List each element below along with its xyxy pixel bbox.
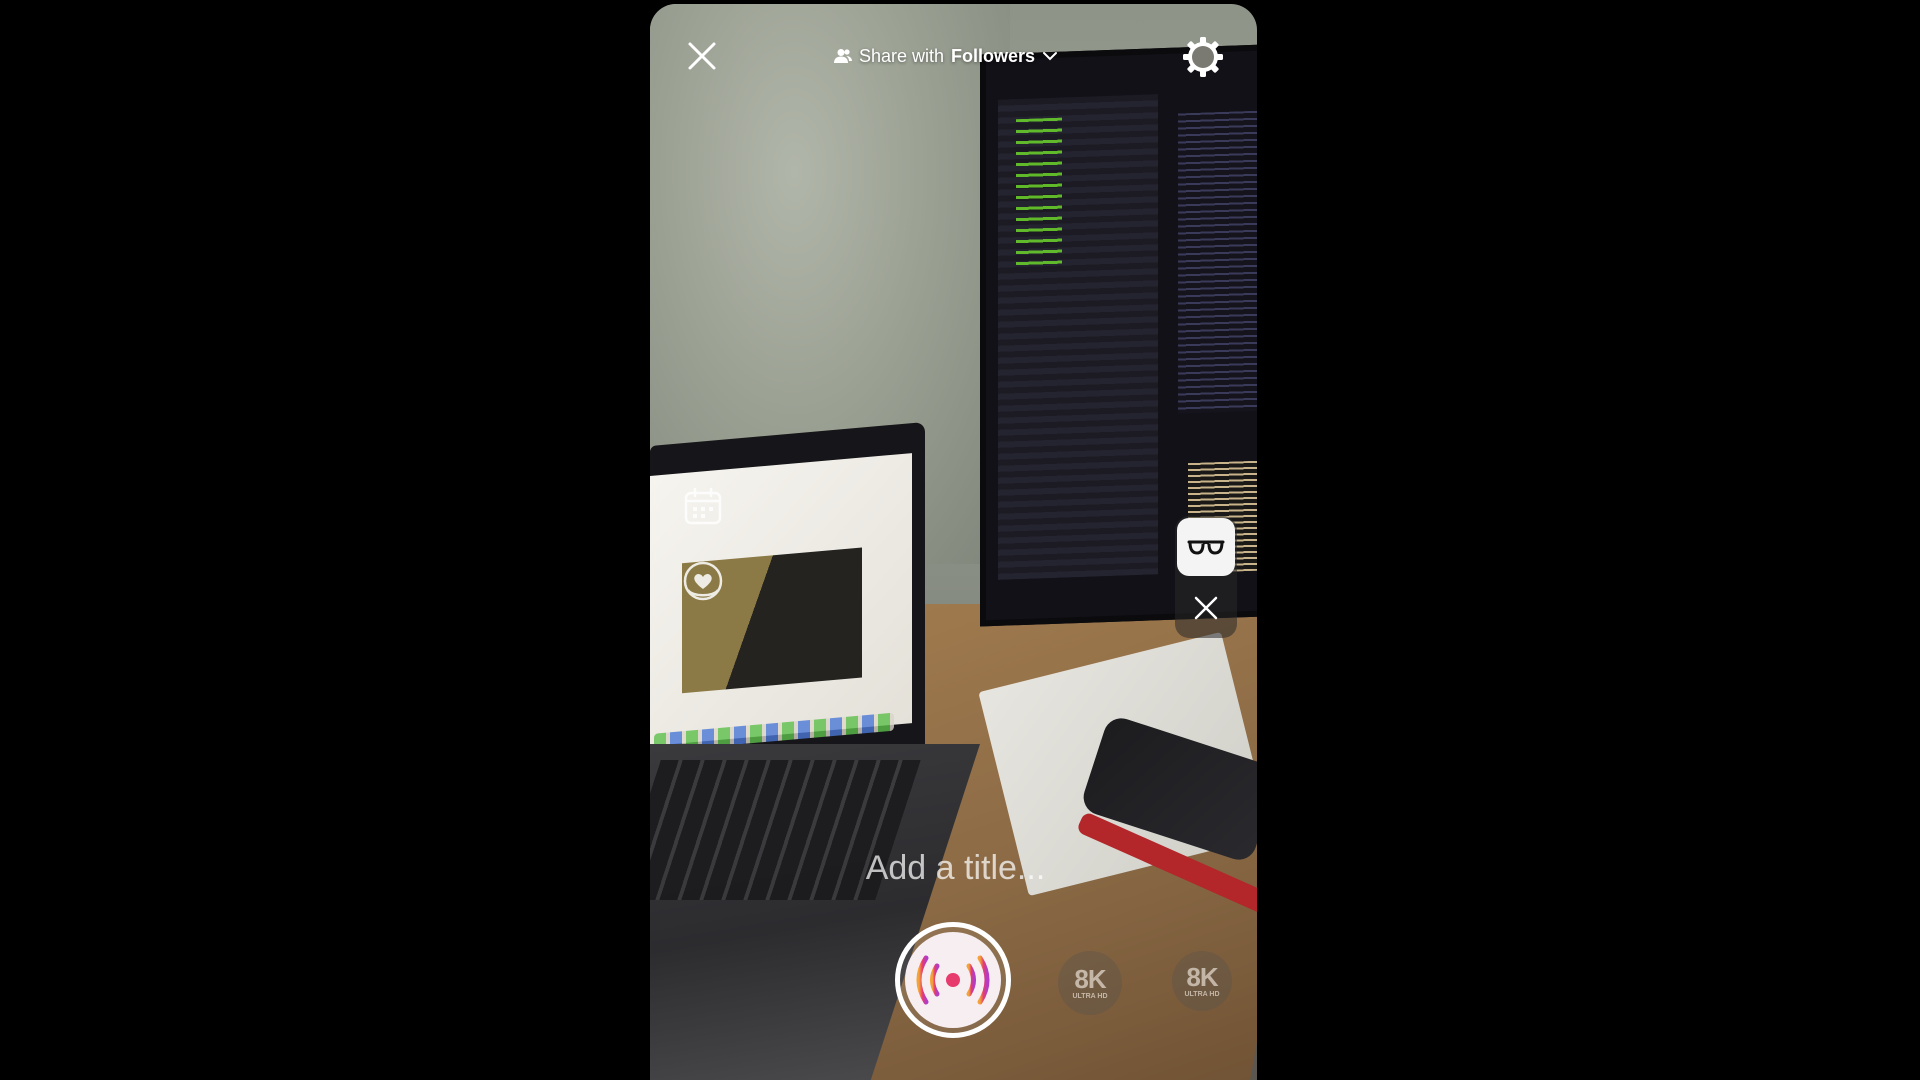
live-title-input[interactable] [730, 842, 1181, 894]
gear-icon [1183, 37, 1223, 77]
share-prefix-label: Share with [859, 45, 945, 66]
share-audience-selector[interactable]: Share with Followers [834, 42, 1058, 70]
close-icon [688, 42, 716, 70]
camera-preview [650, 4, 1257, 1080]
heart-bubble-icon [683, 561, 723, 601]
live-camera-screen: Share with Followers Add a title... 8K U… [650, 4, 1257, 1080]
quality-label: 8K [1074, 963, 1106, 994]
schedule-button[interactable] [680, 484, 726, 530]
glasses-effect-button[interactable] [1177, 518, 1235, 576]
quality-option-8k-secondary[interactable]: 8K ULTRA HD [1172, 951, 1232, 1011]
quality-label: 8K [1186, 961, 1218, 992]
fundraiser-button[interactable] [680, 558, 726, 604]
close-icon [1194, 596, 1218, 620]
chevron-down-icon [1043, 52, 1058, 61]
remove-effect-button[interactable] [1177, 580, 1235, 636]
top-bar: Share with Followers [650, 4, 1257, 104]
left-tool-column [680, 484, 726, 632]
broadcast-icon [916, 955, 990, 1005]
quality-option-8k[interactable]: 8K ULTRA HD [1058, 951, 1122, 1015]
close-button[interactable] [680, 34, 724, 78]
effect-tray [1175, 516, 1237, 638]
go-live-button[interactable] [895, 922, 1011, 1038]
settings-button[interactable] [1180, 34, 1226, 80]
glasses-icon [1187, 540, 1225, 555]
quality-sublabel: ULTRA HD [1184, 990, 1220, 998]
calendar-icon [684, 487, 722, 525]
quality-sublabel: ULTRA HD [1072, 992, 1108, 1000]
share-audience-label: Followers [951, 45, 1036, 66]
people-icon [834, 49, 852, 63]
